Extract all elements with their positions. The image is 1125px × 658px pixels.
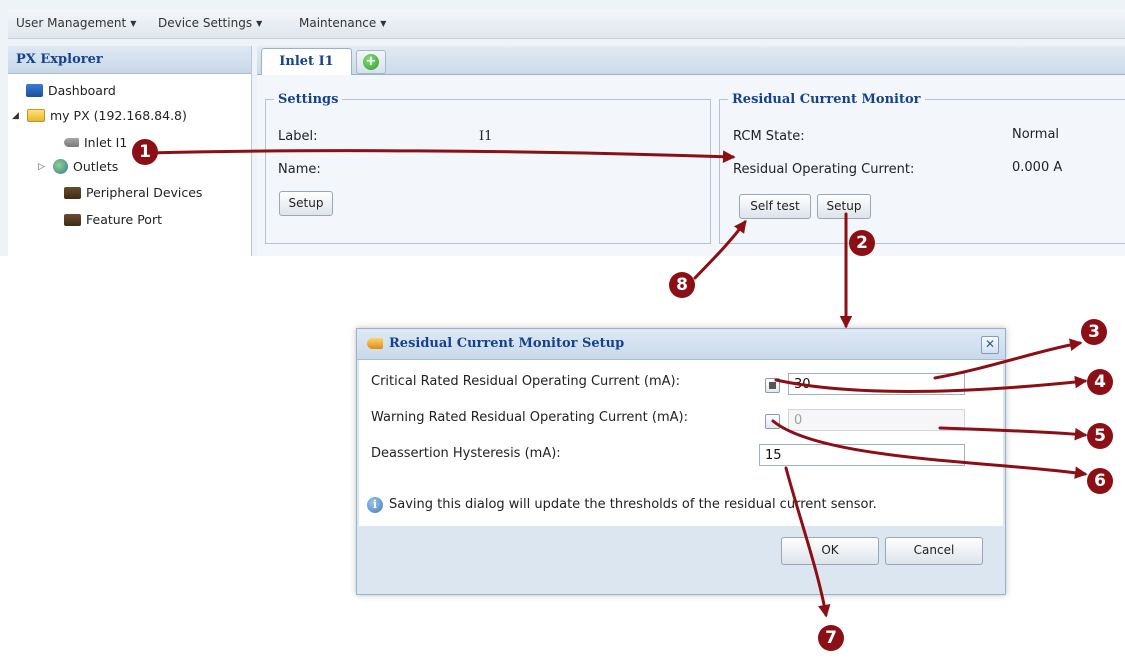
menu-bar: User Management ▼ Device Settings ▼ Mainte… <box>8 10 1125 39</box>
chevron-down-icon: ▼ <box>256 19 263 28</box>
tree-item-outlets[interactable]: ▷ Outlets <box>38 159 118 174</box>
callout-7: 7 <box>818 625 844 651</box>
tab-inlet-i1[interactable]: Inlet I1 <box>261 48 352 75</box>
callout-5: 5 <box>1087 423 1113 449</box>
tree-item-label: Inlet I1 <box>84 135 128 150</box>
callout-3: 3 <box>1081 319 1107 345</box>
tree-item-my-px[interactable]: ◢ my PX (192.168.84.8) <box>12 108 187 123</box>
cancel-button[interactable]: Cancel <box>885 537 983 565</box>
tree-item-label: Dashboard <box>48 83 116 98</box>
callout-2: 2 <box>849 230 875 256</box>
dialog-title-bar: Residual Current Monitor Setup ✕ <box>357 329 1005 360</box>
folder-icon <box>27 109 45 122</box>
warning-current-input[interactable]: 0 <box>788 409 965 431</box>
critical-enable-checkbox[interactable] <box>765 378 780 393</box>
callout-4: 4 <box>1087 369 1113 395</box>
tree-item-feature-port[interactable]: Feature Port <box>64 212 162 227</box>
expand-arrow-icon[interactable]: ◢ <box>12 111 22 121</box>
add-tab-button[interactable]: + <box>356 50 386 74</box>
menu-device-settings[interactable]: Device Settings ▼ <box>158 16 262 30</box>
tree-item-peripheral-devices[interactable]: Peripheral Devices <box>64 185 202 200</box>
name-caption: Name: <box>278 162 321 177</box>
critical-current-input[interactable]: 30 <box>788 373 965 395</box>
tree-item-label: Feature Port <box>86 212 162 227</box>
tree-item-label: my PX (192.168.84.8) <box>50 108 187 123</box>
hysteresis-label: Deassertion Hysteresis (mA): <box>371 446 561 461</box>
label-caption: Label: <box>278 129 318 144</box>
callout-1: 1 <box>132 139 158 165</box>
globe-icon <box>53 159 68 174</box>
inlet-icon <box>64 138 79 147</box>
menu-maintenance[interactable]: Maintenance ▼ <box>299 16 386 30</box>
residual-current-value: 0.000 A <box>1012 160 1063 175</box>
chevron-down-icon: ▼ <box>130 19 137 28</box>
dialog-title: Residual Current Monitor Setup <box>389 336 625 351</box>
settings-panel: Settings <box>265 92 711 244</box>
explorer-panel: PX Explorer Dashboard ◢ my PX (192.168.8… <box>8 46 252 256</box>
warning-current-label: Warning Rated Residual Operating Current… <box>371 410 688 425</box>
self-test-button[interactable]: Self test <box>739 194 811 219</box>
menu-user-management[interactable]: User Management ▼ <box>16 16 136 30</box>
rcm-setup-dialog: Residual Current Monitor Setup ✕ Critica… <box>356 328 1006 595</box>
residual-current-caption: Residual Operating Current: <box>733 162 915 177</box>
device-icon <box>64 213 81 226</box>
tree-item-label: Peripheral Devices <box>86 185 203 200</box>
rcm-state-caption: RCM State: <box>733 129 805 144</box>
info-message: Saving this dialog will update the thres… <box>389 497 877 512</box>
rcm-setup-button[interactable]: Setup <box>817 194 871 219</box>
rcm-legend: Residual Current Monitor <box>732 92 921 107</box>
close-icon[interactable]: ✕ <box>981 336 999 354</box>
settings-setup-button[interactable]: Setup <box>279 191 333 216</box>
inlet-content: Settings Label: I1 Name: Setup Residual … <box>257 75 1125 256</box>
ok-button[interactable]: OK <box>781 537 879 565</box>
dialog-footer: OK Cancel <box>357 526 1005 594</box>
hysteresis-input[interactable]: 15 <box>759 444 965 466</box>
tree-item-dashboard[interactable]: Dashboard <box>26 83 116 98</box>
setup-wrench-icon <box>367 338 383 349</box>
callout-8: 8 <box>669 272 695 298</box>
collapse-arrow-icon[interactable]: ▷ <box>38 162 48 172</box>
tab-bar: Inlet I1 + <box>257 46 1125 75</box>
callout-6: 6 <box>1087 468 1113 494</box>
settings-legend: Settings <box>278 92 339 107</box>
plus-circle-icon: + <box>363 54 379 70</box>
device-icon <box>64 186 81 199</box>
dialog-body: Critical Rated Residual Operating Curren… <box>359 360 1003 526</box>
warning-enable-checkbox[interactable] <box>765 414 780 429</box>
chevron-down-icon: ▼ <box>380 19 387 28</box>
dashboard-icon <box>26 84 43 97</box>
label-value: I1 <box>479 129 493 144</box>
info-icon: i <box>367 497 383 513</box>
explorer-title: PX Explorer <box>8 46 251 74</box>
tree-item-label: Outlets <box>73 159 119 174</box>
critical-current-label: Critical Rated Residual Operating Curren… <box>371 374 680 389</box>
rcm-state-value: Normal <box>1012 127 1060 142</box>
app-screenshot: User Management ▼ Device Settings ▼ Mainte… <box>0 0 1125 256</box>
tree-item-inlet[interactable]: Inlet I1 <box>64 135 127 150</box>
